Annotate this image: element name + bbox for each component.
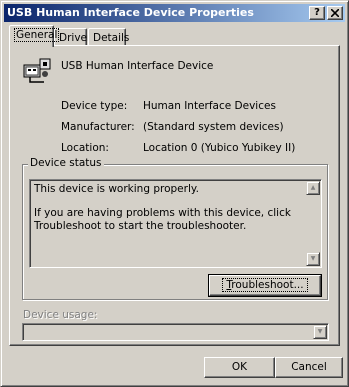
usb-device-icon	[23, 58, 51, 83]
ok-button[interactable]: OK	[204, 357, 275, 378]
close-icon	[330, 8, 340, 18]
device-type-value: Human Interface Devices	[143, 100, 276, 112]
general-tab-panel: USB Human Interface Device Device type: …	[9, 45, 340, 346]
cancel-button[interactable]: Cancel	[275, 357, 343, 378]
device-status-text[interactable]: This device is working properly. If you …	[29, 179, 322, 268]
close-button[interactable]	[327, 6, 343, 20]
tab-details-label: Details	[93, 32, 130, 44]
scroll-up-button[interactable]: ▲	[306, 181, 320, 195]
manufacturer-value: (Standard system devices)	[143, 121, 284, 133]
location-value: Location 0 (Yubico Yubikey II)	[143, 142, 296, 154]
manufacturer-label: Manufacturer:	[61, 121, 135, 133]
device-name: USB Human Interface Device	[61, 60, 214, 72]
device-type-label: Device type:	[61, 100, 128, 112]
device-status-label: Device status	[28, 157, 104, 169]
device-status-group: Device status This device is working pro…	[22, 157, 328, 300]
chevron-down-icon[interactable]: ▼	[313, 325, 327, 339]
tab-driver-label: Driver	[59, 32, 92, 44]
troubleshoot-button-label: Troubleshoot...	[222, 278, 308, 292]
device-usage-label: Device usage:	[23, 309, 98, 321]
scroll-down-button[interactable]: ▼	[306, 252, 320, 266]
properties-dialog: USB Human Interface Device Properties ? …	[0, 0, 349, 387]
tab-general-label: General	[14, 28, 60, 42]
status-line-2: If you are having problems with this dev…	[34, 207, 291, 232]
window-title: USB Human Interface Device Properties	[7, 6, 254, 19]
troubleshoot-button[interactable]: Troubleshoot...	[208, 274, 322, 297]
status-line-1: This device is working properly.	[34, 183, 199, 195]
help-button[interactable]: ?	[309, 6, 325, 20]
location-label: Location:	[61, 142, 109, 154]
tab-general[interactable]: General	[9, 25, 60, 47]
title-bar[interactable]: USB Human Interface Device Properties ?	[4, 4, 345, 22]
device-usage-select[interactable]: ▼	[22, 323, 329, 341]
